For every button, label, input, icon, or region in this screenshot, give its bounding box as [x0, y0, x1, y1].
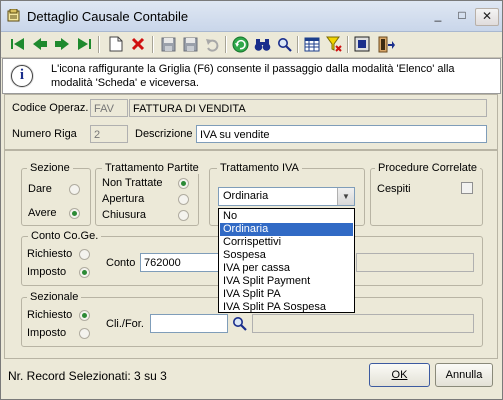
toolbar-separator [347, 36, 349, 53]
iva-option-corrispettivi[interactable]: Corrispettivi [220, 236, 353, 249]
sezionale-imposto-radio[interactable] [79, 328, 90, 339]
undo-icon[interactable] [203, 35, 221, 53]
conto-imposto-label: Imposto [27, 266, 67, 278]
clifor-field[interactable] [150, 314, 228, 333]
sezionale-imposto-label: Imposto [27, 327, 67, 339]
codice-label: Codice Operaz. [12, 102, 89, 114]
first-record-icon[interactable] [9, 35, 27, 53]
trattamento-iva-select[interactable]: Ordinaria ▼ [218, 187, 355, 206]
procedure-correlate-title: Procedure Correlate [375, 162, 481, 174]
form-view-icon[interactable] [353, 35, 371, 53]
sezionale-title: Sezionale [27, 291, 82, 303]
iva-option-split-payment[interactable]: IVA Split Payment [220, 275, 353, 288]
codice-field[interactable]: FAV [90, 99, 128, 117]
record-status: Nr. Record Selezionati: 3 su 3 [8, 369, 167, 383]
app-icon [7, 9, 20, 22]
annulla-button[interactable]: Annulla [435, 363, 493, 387]
trattamento-iva-selected-value: Ordinaria [223, 190, 269, 202]
exit-icon[interactable] [377, 35, 395, 53]
annulla-button-label: Annulla [445, 369, 483, 381]
descrizione-field[interactable]: IVA su vendite [196, 125, 487, 143]
apertura-label: Apertura [102, 193, 145, 205]
binoculars-icon[interactable] [253, 35, 271, 53]
chiusura-label: Chiusura [102, 209, 147, 221]
next-record-icon[interactable] [53, 35, 71, 53]
sezionale-richiesto-label: Richiesto [27, 309, 73, 321]
trattamento-iva-dropdown: No Ordinaria Corrispettivi Sospesa IVA p… [218, 208, 355, 313]
dare-radio[interactable] [69, 184, 80, 195]
conto-field[interactable]: 762000 [140, 253, 226, 272]
conto-description-field [356, 253, 474, 272]
grid-icon[interactable] [303, 35, 321, 53]
cespiti-checkbox[interactable] [461, 182, 473, 194]
conto-richiesto-label: Richiesto [27, 248, 73, 260]
previous-record-icon[interactable] [31, 35, 49, 53]
chiusura-radio[interactable] [178, 210, 189, 221]
iva-option-no[interactable]: No [220, 210, 353, 223]
apertura-radio[interactable] [178, 194, 189, 205]
non-trattate-radio[interactable] [178, 178, 189, 189]
conto-imposto-radio[interactable] [79, 267, 90, 278]
sezione-title: Sezione [27, 162, 73, 174]
toolbar-separator [152, 36, 154, 53]
chevron-down-icon[interactable]: ▼ [337, 188, 354, 205]
trattamento-partite-title: Trattamento Partite [102, 162, 202, 174]
save-icon[interactable] [159, 35, 177, 53]
refresh-icon[interactable] [231, 35, 249, 53]
dare-label: Dare [28, 183, 52, 195]
cespiti-label: Cespiti [377, 183, 411, 195]
toolbar-separator [225, 36, 227, 53]
toolbar-separator [98, 36, 100, 53]
close-button[interactable]: ✕ [475, 8, 499, 26]
numero-riga-field[interactable]: 2 [90, 125, 128, 143]
non-trattate-label: Non Trattate [102, 177, 163, 189]
clifor-search-icon[interactable] [230, 314, 248, 332]
numero-riga-label: Numero Riga [12, 128, 77, 140]
dialog-window: Dettaglio Causale Contabile _ □ ✕ i L'ic… [0, 0, 503, 400]
iva-option-split-pa[interactable]: IVA Split PA [220, 288, 353, 301]
search-icon[interactable] [275, 35, 293, 53]
clifor-label: Cli./For. [106, 318, 144, 330]
info-icon: i [11, 65, 33, 87]
ok-button[interactable]: OK [369, 363, 430, 387]
clifor-description-field [252, 314, 474, 333]
info-text: L'icona raffigurante la Griglia (F6) con… [51, 63, 455, 89]
filter-icon[interactable] [325, 35, 343, 53]
sezionale-richiesto-radio[interactable] [79, 310, 90, 321]
maximize-button[interactable]: □ [451, 8, 473, 24]
iva-option-sospesa[interactable]: Sospesa [220, 249, 353, 262]
info-banner: i L'icona raffigurante la Griglia (F6) c… [2, 58, 501, 94]
delete-icon[interactable] [129, 35, 147, 53]
title-bar: Dettaglio Causale Contabile _ □ ✕ [1, 1, 502, 32]
iva-option-ordinaria[interactable]: Ordinaria [219, 222, 354, 237]
conto-label: Conto [106, 257, 136, 269]
ok-button-label: OK [391, 369, 408, 381]
iva-option-split-pa-sospesa[interactable]: IVA Split PA Sospesa [220, 301, 353, 314]
descrizione-label: Descrizione [135, 128, 193, 140]
new-document-icon[interactable] [107, 35, 125, 53]
minimize-button[interactable]: _ [427, 8, 449, 24]
iva-option-per-cassa[interactable]: IVA per cassa [220, 262, 353, 275]
conto-title: Conto Co.Ge. [28, 230, 102, 242]
toolbar [1, 32, 502, 58]
avere-radio[interactable] [69, 208, 80, 219]
save-close-icon[interactable] [181, 35, 199, 53]
last-record-icon[interactable] [75, 35, 93, 53]
trattamento-iva-title: Trattamento IVA [217, 162, 302, 174]
toolbar-separator [297, 36, 299, 53]
window-title: Dettaglio Causale Contabile [27, 9, 189, 24]
avere-label: Avere [28, 207, 57, 219]
conto-richiesto-radio[interactable] [79, 249, 90, 260]
procedure-correlate-group [370, 168, 483, 226]
codice-description-field: FATTURA DI VENDITA [129, 99, 487, 117]
